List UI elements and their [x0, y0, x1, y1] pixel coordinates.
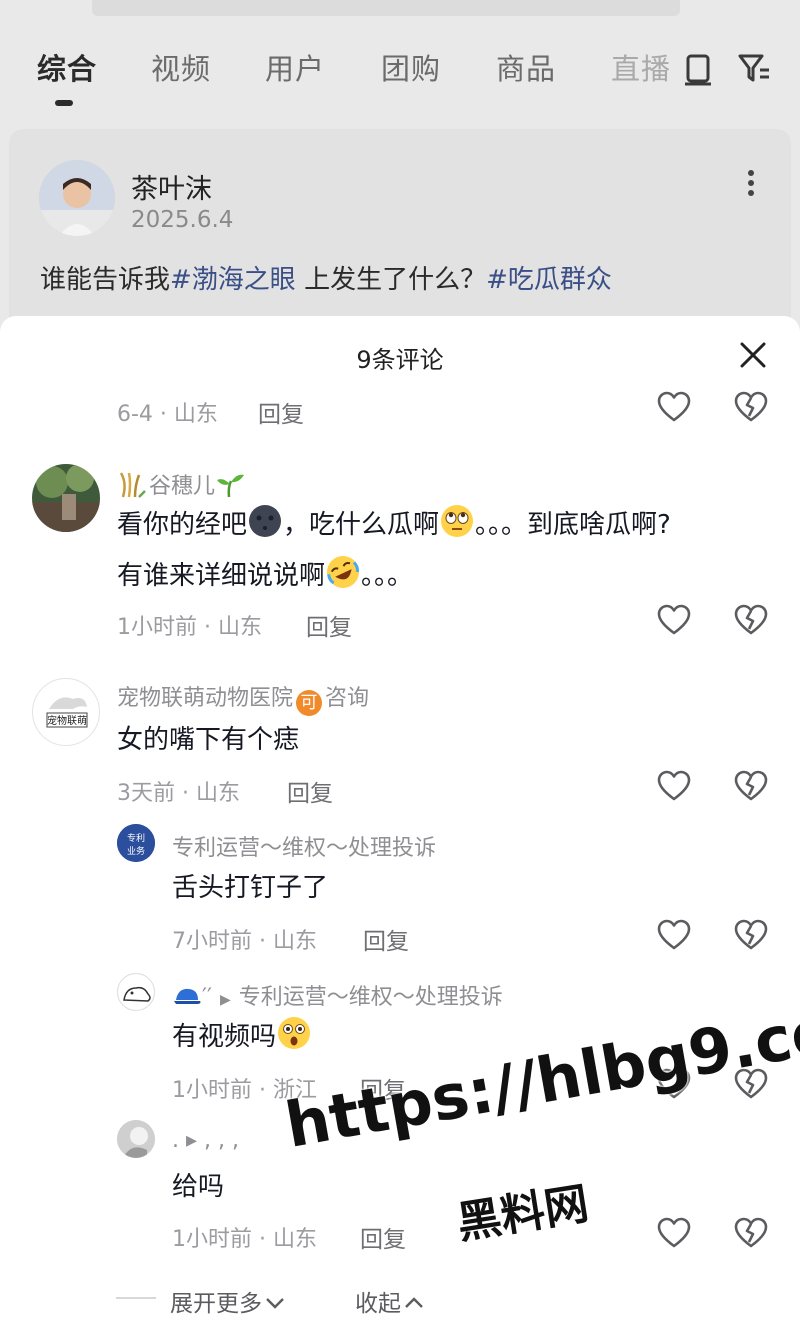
- dislike-broken-heart-icon[interactable]: [734, 1217, 768, 1249]
- collapse-label: 收起: [355, 1291, 401, 1317]
- like-heart-icon[interactable]: [657, 1217, 691, 1249]
- reply-button[interactable]: 回复: [360, 1220, 406, 1254]
- comment-meta: 1小时前 · 山东: [117, 615, 262, 640]
- avatar-logo-text: 业务: [127, 845, 145, 857]
- reply-text: 给吗: [172, 1172, 225, 1202]
- comment-count-title: 9条评论: [356, 346, 444, 374]
- comment-meta: 6-4 · 山东: [117, 402, 218, 427]
- astonished-emoji-icon: [278, 1017, 311, 1049]
- tab-products[interactable]: 商品: [496, 46, 556, 88]
- post-text-middle: 上发生了什么？: [295, 265, 487, 295]
- tab-video[interactable]: 视频: [151, 46, 211, 88]
- like-heart-icon[interactable]: [657, 391, 691, 423]
- commenter-name[interactable]: 宠物联萌动物医院可咨询: [117, 680, 369, 716]
- tab-group-buy[interactable]: 团购: [381, 46, 441, 88]
- commenter-name-text: 宠物联萌动物医院: [117, 686, 294, 711]
- sprout-emoji-icon: [217, 474, 245, 498]
- hashtag-link[interactable]: #吃瓜群众: [486, 265, 612, 295]
- background-search-results: 综合 视频 用户 团购 商品 直播 茶叶沫 2025.6.4 谁能告诉我#渤海之…: [0, 0, 800, 340]
- reply-to-name[interactable]: 专利运营～维权～处理投诉: [239, 985, 503, 1010]
- blue-cap-emoji-icon: [174, 988, 201, 1004]
- comment-meta: 3天前 · 山东: [117, 781, 240, 806]
- search-bar[interactable]: [92, 0, 680, 16]
- replier-name-text: ′′: [202, 985, 212, 1010]
- replier-name[interactable]: . ▸ , , ,: [172, 1128, 239, 1153]
- like-heart-icon[interactable]: [657, 604, 691, 636]
- close-icon[interactable]: [738, 340, 768, 370]
- like-heart-icon[interactable]: [657, 919, 691, 951]
- post-text-prefix: 谁能告诉我: [40, 265, 171, 295]
- commenter-avatar[interactable]: 宠物联萌: [32, 678, 100, 746]
- more-options-icon[interactable]: [747, 169, 755, 197]
- reply-button[interactable]: 回复: [363, 922, 409, 956]
- replier-avatar[interactable]: 专利 业务: [117, 824, 155, 862]
- reply-text-segment: 有视频吗: [172, 1022, 277, 1052]
- expand-more-button[interactable]: 展开更多: [170, 1284, 286, 1318]
- divider-line: [116, 1297, 156, 1299]
- replier-name[interactable]: ′′ ▶ 专利运营～维权～处理投诉: [172, 979, 503, 1011]
- comment-text-segment: 有谁来详细说说啊: [117, 561, 326, 591]
- rofl-emoji-icon: [327, 556, 360, 588]
- tab-users[interactable]: 用户: [265, 46, 325, 88]
- comment-text-segment: 。。。: [361, 561, 414, 591]
- comment-text: 看你的经吧 ，吃什么瓜啊 。。。到底啥瓜啊?: [117, 502, 671, 548]
- avatar-logo-text: 宠物联萌: [47, 714, 87, 727]
- filter-icon[interactable]: [737, 52, 771, 84]
- post-text: 谁能告诉我#渤海之眼 上发生了什么？#吃瓜群众: [40, 259, 612, 296]
- tab-active-indicator: [55, 100, 73, 106]
- tab-comprehensive[interactable]: 综合: [37, 46, 97, 88]
- layout-toggle-icon[interactable]: [683, 52, 713, 86]
- reply-text: 有视频吗: [172, 1014, 312, 1060]
- collapse-button[interactable]: 收起: [355, 1284, 425, 1318]
- post-date: 2025.6.4: [131, 207, 234, 233]
- consult-link[interactable]: 咨询: [325, 686, 369, 711]
- dislike-broken-heart-icon[interactable]: [734, 604, 768, 636]
- comment-sheet: 9条评论 6-4 · 山东 回复 谷穗儿 看你的经吧 ，吃什么瓜啊 。。。到底啥瓜: [0, 316, 800, 1326]
- comment-text: 有谁来详细说说啊 。。。: [117, 553, 413, 599]
- like-heart-icon[interactable]: [657, 770, 691, 802]
- reply-button[interactable]: 回复: [287, 774, 333, 808]
- reply-meta: 1小时前 · 山东: [172, 1227, 317, 1252]
- dislike-broken-heart-icon[interactable]: [734, 919, 768, 951]
- commenter-avatar[interactable]: [32, 464, 100, 532]
- dislike-broken-heart-icon[interactable]: [734, 770, 768, 802]
- commenter-name[interactable]: 谷穗儿: [117, 468, 245, 500]
- reply-text: 舌头打钉子了: [172, 873, 329, 903]
- dislike-broken-heart-icon[interactable]: [734, 391, 768, 423]
- comment-text-segment: 。。。到底啥瓜啊?: [475, 510, 671, 540]
- verified-badge-icon: 可: [296, 690, 323, 716]
- chevron-up-icon: [405, 1297, 423, 1308]
- replier-avatar[interactable]: [117, 973, 155, 1011]
- reply-to-arrow-icon: ▶: [220, 992, 231, 1008]
- comment-text-segment: 看你的经吧: [117, 510, 248, 540]
- wheat-emoji-icon: [119, 472, 146, 498]
- post-author-name[interactable]: 茶叶沫: [131, 167, 212, 206]
- reply-button[interactable]: 回复: [306, 608, 352, 642]
- replier-name[interactable]: 专利运营～维权～处理投诉: [172, 830, 436, 862]
- post-author-avatar[interactable]: [39, 160, 115, 236]
- rolling-eyes-emoji-icon: [441, 505, 474, 537]
- chevron-down-icon: [266, 1298, 284, 1309]
- avatar-logo-text: 专利: [127, 832, 145, 844]
- hashtag-link[interactable]: #渤海之眼: [170, 265, 296, 295]
- post-card[interactable]: 茶叶沫 2025.6.4 谁能告诉我#渤海之眼 上发生了什么？#吃瓜群众: [9, 129, 791, 340]
- reply-meta: 7小时前 · 山东: [172, 929, 317, 954]
- reply-button[interactable]: 回复: [258, 395, 304, 429]
- commenter-name-text: 谷穗儿: [149, 474, 216, 499]
- comment-text: 女的嘴下有个痣: [117, 725, 300, 755]
- dark-moon-emoji-icon: [249, 505, 282, 537]
- tab-live[interactable]: 直播: [611, 46, 671, 88]
- expand-more-label: 展开更多: [170, 1291, 262, 1317]
- replier-avatar[interactable]: [117, 1120, 155, 1158]
- search-tabs: 综合 视频 用户 团购 商品 直播: [0, 46, 800, 106]
- comment-text-segment: ，吃什么瓜啊: [283, 510, 440, 540]
